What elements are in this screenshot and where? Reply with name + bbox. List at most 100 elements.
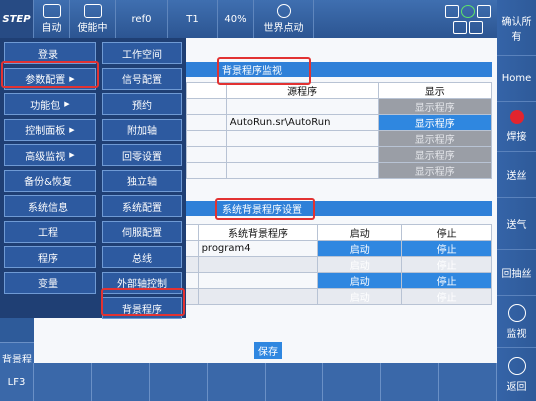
submenu-item-label: 独立轴 [127,177,157,188]
submenu-item-label: 系统配置 [122,202,162,214]
sys-program-cell[interactable] [197,256,319,273]
highlight-bg-program [101,288,185,316]
menu-item-5[interactable]: 备份&恢复 [4,169,96,192]
mode-label: 自动 [41,23,62,34]
stop-button[interactable]: 停止 [401,256,492,273]
tool-button[interactable]: T1 [168,0,218,38]
ref-button[interactable]: ref0 [116,0,168,38]
menu-item-label: 程序 [38,253,58,265]
menu-item-6[interactable]: 系统信息 [4,195,96,217]
submenu-item-8[interactable]: 总线 [102,246,182,268]
function-key-8[interactable] [439,363,497,401]
show-program-button[interactable]: 显示程序 [377,114,493,131]
menu-item-9[interactable]: 变量 [4,271,96,294]
function-key-6[interactable] [323,363,382,401]
weld-label: 焊接 [506,132,527,143]
confirm-all-button[interactable]: 确认所有 [497,0,536,56]
start-header: 启动 [317,224,403,241]
function-key-5[interactable] [266,363,324,401]
sys-program-cell[interactable] [197,272,319,289]
menu-item-label: 登录 [38,49,58,61]
show-program-button[interactable]: 显示程序 [377,130,493,147]
tool-label: T1 [186,13,199,25]
stop-button[interactable]: 停止 [401,240,492,257]
submenu-arrow-icon: ▶ [69,151,75,159]
menu-item-label: 控制面板 [25,126,66,137]
start-button[interactable]: 启动 [317,288,403,305]
top-status-bar: STEP 自动 使能中 ref0 T1 40% 世界点动 [0,0,497,38]
submenu-item-3[interactable]: 附加轴 [102,118,182,141]
sys-program-cell[interactable] [197,288,319,305]
submenu-item-label: 回零设置 [122,151,162,163]
stop-button[interactable]: 停止 [401,288,492,305]
source-program-cell: AutoRun.sr\AutoRun [225,114,379,131]
menu-item-3[interactable]: 控制面板 ▶ [4,118,96,141]
function-key-2[interactable] [92,363,150,401]
feed-gas-button[interactable]: 送气 [497,198,536,250]
function-key-4[interactable] [208,363,266,401]
start-button[interactable]: 启动 [317,272,403,289]
highlight-param-config [1,61,99,88]
sys-program-cell[interactable]: program4 [197,240,319,257]
sys-program-header: 系统背景程序 [197,224,319,241]
menu-item-2[interactable]: 功能包 ▶ [4,93,96,115]
home-button[interactable]: Home [497,56,536,102]
camera-icon [469,20,483,34]
show-program-button[interactable]: 显示程序 [377,146,493,163]
right-sidebar: 确认所有 Home 焊接 送丝 送气 回抽丝 监视 返回 [497,0,536,401]
retract-wire-button[interactable]: 回抽丝 [497,250,536,296]
gas-label: 送气 [506,220,527,231]
row-index [186,162,227,179]
start-button[interactable]: 启动 [317,240,403,257]
submenu-item-2[interactable]: 预约 [102,93,182,115]
submenu-item-label: 总线 [132,253,152,265]
confirm-label: 确认所有 [501,16,532,43]
submenu-item-1[interactable]: 信号配置 [102,67,182,90]
menu-item-7[interactable]: 工程 [4,220,96,243]
submenu-item-label: 预约 [132,100,152,112]
highlight-sys-bg [215,198,315,220]
hand-icon [42,4,61,18]
table-row: AutoRun.sr\AutoRun 显示程序 [186,114,493,131]
table-row: 显示程序 [186,130,493,147]
back-arrow-icon [507,356,526,375]
feed-wire-button[interactable]: 送丝 [497,152,536,198]
coord-label: 世界点动 [263,23,304,34]
step-logo[interactable]: STEP [0,0,34,38]
monitor-button[interactable]: 监视 [497,296,536,348]
function-key-1[interactable] [34,363,92,401]
enable-label: 使能中 [77,23,108,34]
submenu-item-0[interactable]: 工作空间 [102,42,182,64]
back-label: 返回 [506,381,527,393]
stop-header: 停止 [401,224,492,241]
back-button[interactable]: 返回 [497,348,536,401]
submenu-item-label: 工作空间 [122,49,162,61]
save-button[interactable]: 保存 [254,342,282,359]
row-index [186,146,227,163]
show-program-button[interactable]: 显示程序 [377,98,493,115]
weld-button[interactable]: 焊接 [497,102,536,152]
submenu-arrow-icon: ▶ [69,125,75,134]
function-key-3[interactable] [150,363,208,401]
mode-button[interactable]: 自动 [34,0,70,38]
start-button[interactable]: 启动 [317,256,403,273]
stop-button[interactable]: 停止 [401,272,492,289]
submenu-item-5[interactable]: 独立轴 [102,169,182,192]
feed-label: 送丝 [506,171,527,182]
show-program-button[interactable]: 显示程序 [377,162,493,179]
enable-button[interactable]: 使能中 [70,0,116,38]
speed-button[interactable]: 40% [218,0,254,38]
coord-button[interactable]: 世界点动 [254,0,314,38]
status-ok-icon [461,4,475,18]
submenu-item-4[interactable]: 回零设置 [102,144,182,166]
menu-item-4[interactable]: 高级监视 ▶ [4,144,96,166]
menu-item-label: 高级监视 [25,151,66,163]
submenu-item-7[interactable]: 伺服配置 [102,220,182,243]
function-key-7[interactable] [381,363,440,401]
function-key-0[interactable]: LF3 [0,363,34,401]
speed-label: 40% [224,13,247,25]
submenu-item-6[interactable]: 系统配置 [102,195,182,217]
menu-item-8[interactable]: 程序 [4,246,96,268]
monitor-label: 监视 [506,328,527,340]
source-program-cell [225,162,379,179]
